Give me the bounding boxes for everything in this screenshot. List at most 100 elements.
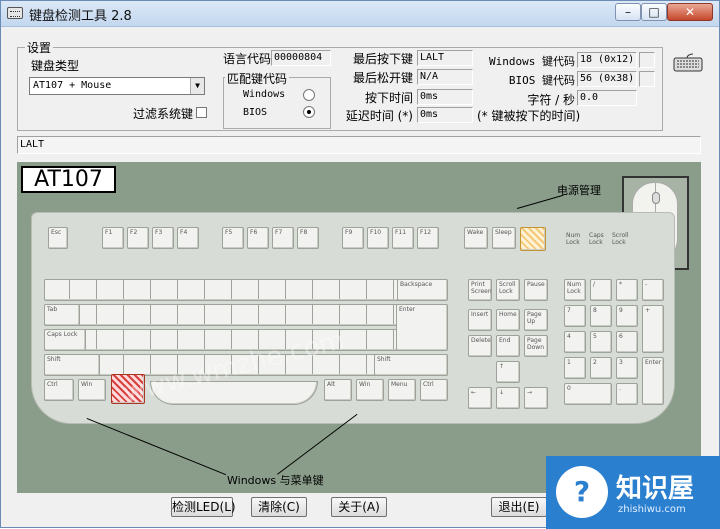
filter-system-keys-label: 过滤系统键 <box>133 107 194 121</box>
key-numpad-2: 2 <box>590 357 612 379</box>
language-code-label: 语言代码 <box>223 52 272 66</box>
delay-time-field: 0ms <box>417 107 473 123</box>
bios-code-indicator <box>639 71 655 87</box>
keyboard-icon <box>673 53 703 73</box>
key-backspace: Backspace <box>397 279 448 301</box>
radio-windows[interactable] <box>303 89 315 101</box>
press-time-label: 按下时间 <box>364 91 413 105</box>
key-end: End <box>496 335 520 357</box>
close-button[interactable]: ✕ <box>667 3 713 21</box>
key-f9: F9 <box>342 227 364 249</box>
key-numpad-minus: - <box>642 279 664 301</box>
key-f2: F2 <box>127 227 149 249</box>
title-bar[interactable]: 键盘检测工具 2.8 – □ ✕ <box>1 1 719 27</box>
watermark-logo-subtext: zhishiwu.com <box>618 504 686 515</box>
key-f1: F1 <box>102 227 124 249</box>
key-numpad-3: 3 <box>616 357 638 379</box>
keyboard-type-value: AT107 + Mouse <box>33 80 112 91</box>
key-right-shift: Shift <box>374 354 448 376</box>
key-pause: Pause <box>524 279 548 301</box>
home-row <box>44 329 410 351</box>
last-down-field: LALT <box>417 50 473 66</box>
indicator-num-lock: Num Lock <box>566 232 581 246</box>
radio-windows-label: Windows <box>243 89 286 100</box>
key-tab: Tab <box>44 304 80 326</box>
language-code-field: 00000804 <box>271 50 331 66</box>
key-home: Home <box>496 309 520 331</box>
key-wake: Wake <box>464 227 488 249</box>
key-f10: F10 <box>367 227 389 249</box>
windows-code-field: 18 (0x12) <box>577 52 637 68</box>
keyboard-type-select[interactable]: AT107 + Mouse ▼ <box>29 77 205 95</box>
bios-code-label: BIOS 键代码 <box>508 74 575 87</box>
window-title: 键盘检测工具 2.8 <box>29 9 132 24</box>
windows-code-indicator <box>639 52 655 68</box>
exit-button[interactable]: 退出(E) <box>491 497 547 517</box>
win-menu-line-left <box>86 418 227 476</box>
key-f6: F6 <box>247 227 269 249</box>
settings-legend: 设置 <box>25 39 54 56</box>
key-numpad-0: 0 <box>564 383 612 405</box>
last-down-label: 最后按下键 <box>352 52 413 66</box>
maximize-button[interactable]: □ <box>641 3 667 21</box>
key-numpad-8: 8 <box>590 305 612 327</box>
qwerty-row <box>44 304 420 326</box>
key-arrow-left: ← <box>468 387 492 409</box>
bios-code-field: 56 (0x38) <box>577 71 637 87</box>
key-numpad-5: 5 <box>590 331 612 353</box>
windows-menu-key-label: Windows 与菜单键 <box>227 474 324 487</box>
indicator-scroll-lock: Scroll Lock <box>612 232 629 246</box>
press-time-field: 0ms <box>417 89 473 105</box>
indicator-caps-lock: Caps Lock <box>589 232 604 246</box>
keyboard-app-icon <box>7 7 23 19</box>
keyboard-type-label: 键盘类型 <box>31 59 80 73</box>
key-scroll-lock: Scroll Lock <box>496 279 520 301</box>
filter-system-keys-checkbox[interactable] <box>196 107 207 118</box>
key-log-field: LALT <box>17 136 701 154</box>
key-left-shift: Shift <box>44 354 100 376</box>
key-right-alt: Alt <box>324 379 352 401</box>
key-numpad-6: 6 <box>616 331 638 353</box>
key-f8: F8 <box>297 227 319 249</box>
key-numpad-enter: Enter <box>642 357 664 405</box>
match-code-legend: 匹配键代码 <box>225 70 290 87</box>
key-arrow-up: ↑ <box>496 361 520 383</box>
watermark-logo-text: 知识屋 <box>616 474 695 504</box>
key-numpad-9: 9 <box>616 305 638 327</box>
key-right-win: Win <box>356 379 384 401</box>
test-led-button[interactable]: 检测LED(L) <box>171 497 236 517</box>
key-left-win: Win <box>78 379 106 401</box>
key-left-ctrl: Ctrl <box>44 379 74 401</box>
key-enter: Enter <box>396 304 448 351</box>
key-f3: F3 <box>152 227 174 249</box>
keyboard-display: AT107 电源管理 Esc F1 F2 F3 F4 F5 F6 F7 F8 F… <box>17 162 701 493</box>
last-up-field: N/A <box>417 69 473 85</box>
key-page-up: Page Up <box>524 309 548 331</box>
minimize-button[interactable]: – <box>615 3 641 21</box>
key-numpad-4: 4 <box>564 331 586 353</box>
key-menu: Menu <box>388 379 416 401</box>
about-button[interactable]: 关于(A) <box>331 497 387 517</box>
number-row <box>44 279 424 301</box>
key-right-ctrl: Ctrl <box>420 379 448 401</box>
key-arrow-down: ↓ <box>496 387 520 409</box>
key-arrow-right: → <box>524 387 548 409</box>
key-numpad-7: 7 <box>564 305 586 327</box>
delay-time-label: 延迟时间 (*) <box>345 109 413 123</box>
key-page-down: Page Down <box>524 335 548 357</box>
clear-button[interactable]: 清除(C) <box>251 497 307 517</box>
key-power-highlighted <box>520 227 546 251</box>
app-window: 键盘检测工具 2.8 – □ ✕ 设置 键盘类型 AT107 + Mouse ▼… <box>0 0 720 529</box>
key-esc: Esc <box>48 227 68 249</box>
radio-bios[interactable] <box>303 106 315 118</box>
watermark-logo: ? 知识屋 zhishiwu.com <box>546 456 720 529</box>
key-f12: F12 <box>417 227 439 249</box>
key-caps-lock: Caps Lock <box>44 329 86 351</box>
key-print-screen: Print Screen <box>468 279 492 301</box>
windows-code-label: Windows 键代码 <box>489 55 575 68</box>
last-up-label: 最后松开键 <box>352 71 413 85</box>
chevron-down-icon[interactable]: ▼ <box>190 78 204 94</box>
main-key-block: Backspace Tab Caps Lock Enter Shift Shif… <box>44 279 448 409</box>
key-numpad-multiply: * <box>616 279 638 301</box>
char-per-second-label: 字符 / 秒 <box>527 93 575 107</box>
